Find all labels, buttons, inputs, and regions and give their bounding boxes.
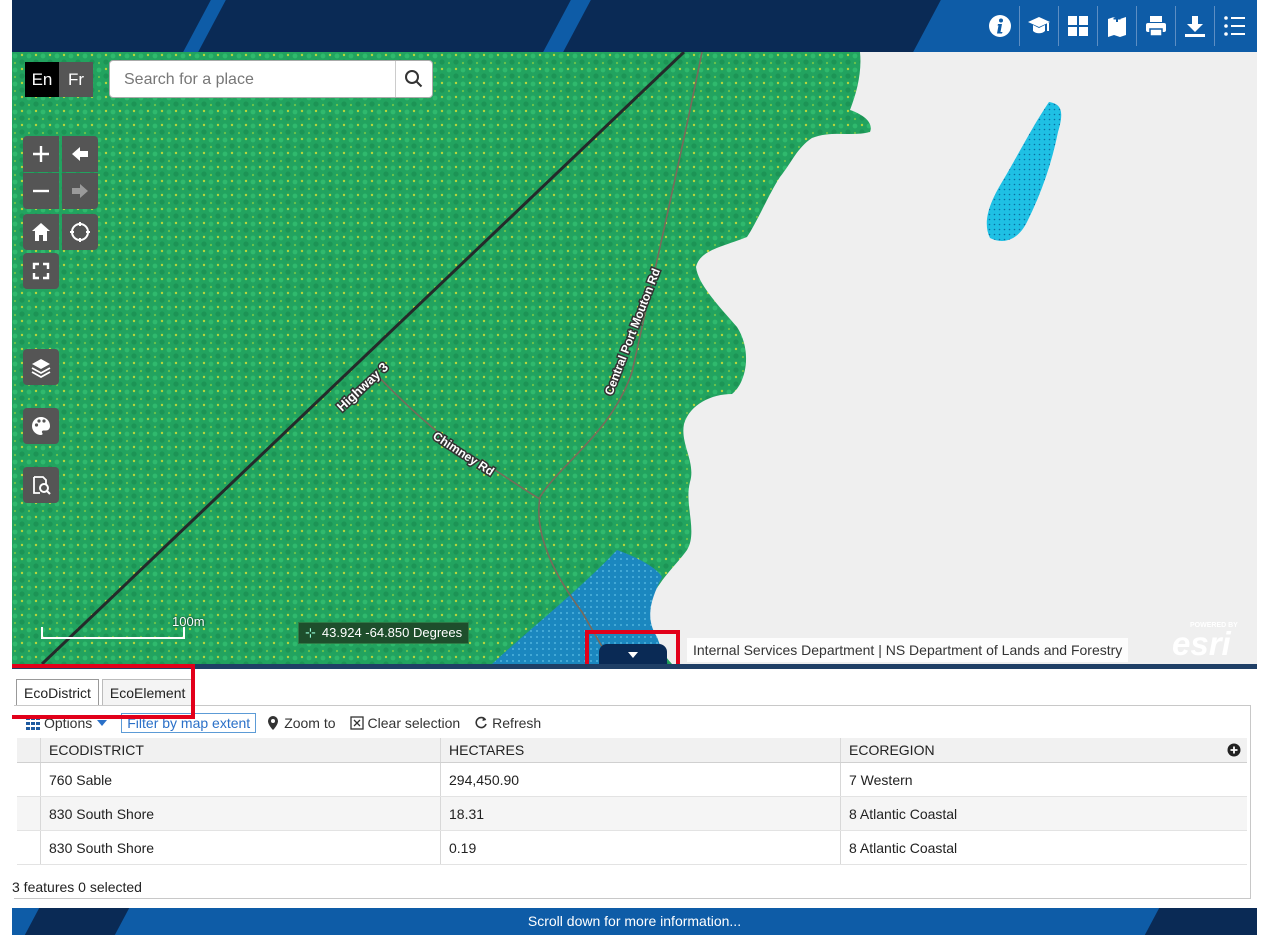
cell-hectares: 18.31: [441, 797, 841, 830]
feature-count-summary: 3 features 0 selected: [12, 879, 142, 895]
add-column-icon[interactable]: [1227, 743, 1241, 757]
map-view[interactable]: Highway 3 Central Port Mouton Rd Chimney…: [12, 52, 1257, 664]
fullscreen-button[interactable]: [23, 253, 59, 289]
bookmark-add-icon: [1108, 15, 1126, 37]
info-button[interactable]: [981, 6, 1019, 46]
layers-button[interactable]: [23, 349, 59, 385]
refresh-label: Refresh: [492, 715, 542, 731]
home-button[interactable]: [23, 214, 59, 250]
language-switcher: En Fr: [25, 62, 93, 97]
column-header-ecoregion-label: ECOREGION: [849, 742, 935, 758]
table-row[interactable]: 830 South Shore 0.19 8 Atlantic Coastal: [17, 831, 1247, 865]
row-selector[interactable]: [17, 763, 41, 796]
cell-ecodistrict: 830 South Shore: [41, 831, 441, 864]
layers-icon: [31, 359, 51, 378]
esri-logo: POWERED BY esri: [1170, 618, 1242, 662]
fullscreen-icon: [32, 262, 50, 280]
refresh-icon: [475, 716, 487, 729]
search-document-icon: [33, 476, 51, 495]
attribute-table: ECODISTRICT HECTARES ECOREGION 760 Sable…: [17, 738, 1247, 865]
print-button[interactable]: [1136, 6, 1175, 46]
search-box: [109, 60, 433, 99]
next-extent-button[interactable]: [62, 173, 98, 209]
app-frame: Highway 3 Central Port Mouton Rd Chimney…: [12, 0, 1257, 935]
zoom-in-button[interactable]: [23, 136, 59, 172]
scale-bar: [41, 627, 185, 639]
map-canvas: Highway 3 Central Port Mouton Rd Chimney…: [12, 52, 1257, 664]
graduation-cap-icon: [1028, 17, 1050, 34]
plus-icon: [33, 146, 49, 162]
map-attribution: Internal Services Department | NS Depart…: [687, 638, 1129, 662]
row-select-header: [17, 738, 41, 762]
clear-selection-label: Clear selection: [367, 715, 461, 731]
minus-icon: [33, 189, 49, 193]
zoom-to-button[interactable]: Zoom to: [266, 715, 336, 731]
refresh-button[interactable]: Refresh: [474, 715, 541, 731]
svg-text:esri: esri: [1172, 625, 1232, 660]
cell-hectares: 294,450.90: [441, 763, 841, 796]
previous-extent-button[interactable]: [62, 136, 98, 172]
zoom-to-label: Zoom to: [284, 715, 336, 731]
table-row[interactable]: 760 Sable 294,450.90 7 Western: [17, 763, 1247, 797]
header-stripe: [198, 0, 571, 52]
cell-ecoregion: 7 Western: [849, 771, 913, 788]
search-input[interactable]: [110, 61, 408, 99]
locate-button[interactable]: [62, 214, 98, 250]
grid-button[interactable]: [1058, 6, 1097, 46]
list-icon: [1224, 16, 1245, 36]
zoom-out-button[interactable]: [23, 173, 59, 209]
footer-bar[interactable]: Scroll down for more information...: [12, 908, 1257, 935]
crosshair-icon: ⊹: [305, 625, 316, 640]
print-icon: [1146, 16, 1166, 37]
row-selector[interactable]: [17, 831, 41, 864]
legend-button[interactable]: [1214, 6, 1253, 46]
header-stripe: [563, 0, 941, 52]
table-header-row: ECODISTRICT HECTARES ECOREGION: [17, 738, 1247, 763]
coordinate-readout: ⊹ 43.924 -64.850 Degrees: [298, 622, 470, 644]
arrow-left-icon: [72, 147, 88, 161]
highlight-box-tabs: [12, 664, 195, 719]
column-header-ecoregion[interactable]: ECOREGION: [841, 738, 1247, 762]
search-button[interactable]: [395, 61, 432, 97]
tutorial-button[interactable]: [1019, 6, 1058, 46]
row-selector[interactable]: [17, 797, 41, 830]
map-pin-icon: [268, 716, 279, 730]
download-button[interactable]: [1175, 6, 1214, 46]
clear-box-icon: [349, 716, 364, 730]
cell-ecoregion: 8 Atlantic Coastal: [849, 805, 958, 822]
search-icon: [405, 70, 423, 88]
cell-hectares: 0.19: [441, 831, 841, 864]
table-row[interactable]: 830 South Shore 18.31 8 Atlantic Coastal: [17, 797, 1247, 831]
cell-ecoregion: 8 Atlantic Coastal: [849, 839, 958, 856]
basemap-button[interactable]: [23, 408, 59, 444]
header-bar: [12, 0, 1257, 52]
highlight-box-collapse: [585, 630, 680, 664]
coordinate-text: 43.924 -64.850 Degrees: [321, 625, 463, 640]
arrow-right-icon: [72, 184, 88, 198]
lang-fr-button[interactable]: Fr: [59, 62, 93, 97]
info-icon: [989, 15, 1011, 37]
download-icon: [1185, 16, 1205, 37]
grid-icon: [1068, 16, 1088, 36]
clear-selection-button[interactable]: Clear selection: [349, 715, 461, 731]
locate-icon: [70, 222, 90, 242]
cell-ecodistrict: 760 Sable: [41, 763, 441, 796]
column-header-hectares[interactable]: HECTARES: [441, 738, 841, 762]
table-container: Options Filter by map extent Zoom to Cle…: [12, 705, 1251, 899]
home-icon: [32, 223, 50, 241]
bookmark-button[interactable]: [1097, 6, 1136, 46]
scale-label: 100m: [172, 614, 205, 629]
caret-down-icon: [97, 720, 108, 726]
lang-en-button[interactable]: En: [25, 62, 59, 97]
cell-ecodistrict: 830 South Shore: [41, 797, 441, 830]
attribute-table-panel: EcoDistrict EcoElement Options Filter by…: [12, 664, 1257, 908]
palette-icon: [32, 417, 51, 435]
scroll-hint[interactable]: Scroll down for more information...: [12, 908, 1257, 935]
header-stripe: [12, 0, 211, 52]
header-toolbar: [981, 6, 1253, 46]
column-header-ecodistrict[interactable]: ECODISTRICT: [41, 738, 441, 762]
identify-button[interactable]: [23, 467, 59, 503]
esri-logo-icon: POWERED BY esri: [1172, 622, 1238, 662]
